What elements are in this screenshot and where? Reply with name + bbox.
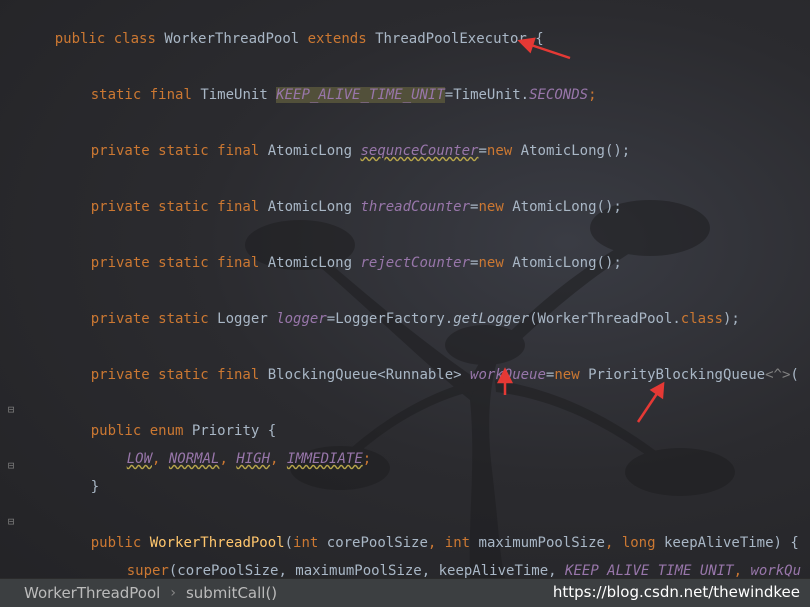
annotation-arrows: [496, 37, 665, 423]
arrow-head-icon: [496, 367, 514, 384]
breadcrumb-item-class[interactable]: WorkerThreadPool: [0, 584, 166, 602]
arrow-icon: [527, 42, 571, 60]
arrow-icon: [636, 391, 660, 423]
chevron-right-icon: ›: [170, 585, 176, 601]
watermark-text: https://blog.csdn.net/thewindkee: [552, 583, 800, 601]
code-editor[interactable]: ⊟ ⊟ ⊟ public class WorkerThreadPool exte…: [0, 0, 810, 578]
arrow-head-icon: [649, 381, 665, 400]
breadcrumb-item-method[interactable]: submitCall(): [180, 584, 283, 602]
arrow-head-icon: [517, 37, 536, 54]
